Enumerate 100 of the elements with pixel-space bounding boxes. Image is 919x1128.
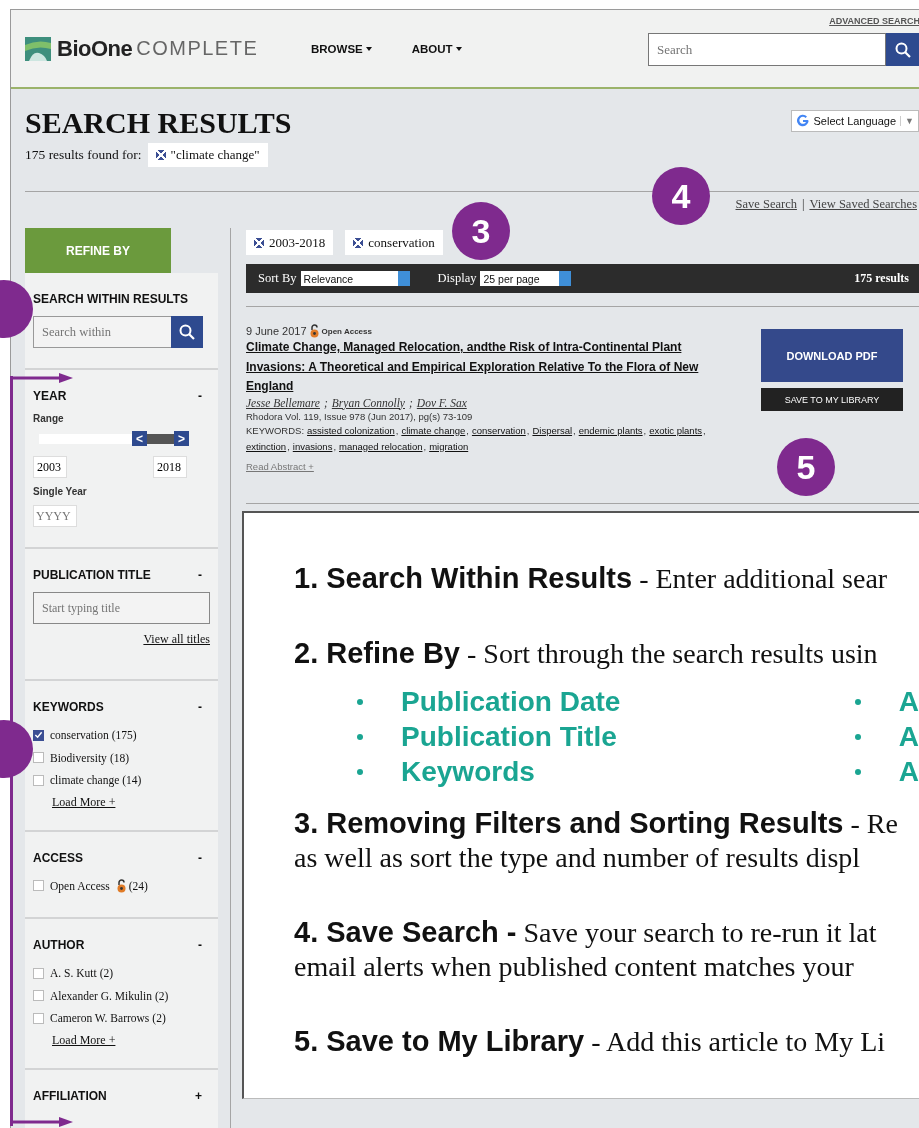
- results-count: 175 results: [854, 271, 909, 286]
- save-search-link[interactable]: Save Search: [735, 197, 797, 212]
- option-count: (2): [152, 1012, 166, 1025]
- display-select[interactable]: 25 per page: [480, 271, 572, 286]
- keyword-separator: ,: [526, 424, 530, 436]
- advanced-search-link[interactable]: ADVANCED SEARCH: [648, 16, 919, 26]
- option-count: (2): [99, 967, 114, 980]
- search-button[interactable]: [171, 316, 203, 348]
- checkbox[interactable]: [33, 774, 44, 786]
- filter-chip[interactable]: 2003-2018: [246, 230, 334, 255]
- caret-icon: [365, 46, 372, 51]
- search-within-field[interactable]: Search within: [33, 316, 171, 348]
- help-paragraph: 3. Removing Filters and Sorting Results - Re as well as sort the type and number of results displ: [294, 806, 899, 875]
- arrow-icon: [11, 373, 73, 383]
- collapse-toggle[interactable]: -: [198, 700, 210, 714]
- keyword-link[interactable]: conservation: [471, 424, 526, 436]
- keyword-separator: ,: [333, 440, 337, 452]
- caret-icon: [455, 46, 462, 51]
- section-title: AFFILIATION: [33, 1088, 107, 1103]
- checkbox[interactable]: [33, 967, 44, 979]
- bullet-item: A: [898, 685, 919, 718]
- leaf-logo-icon: [25, 36, 51, 61]
- remove-icon: [155, 150, 166, 160]
- option-count: (2): [154, 989, 169, 1002]
- help-paragraph: 4. Save Search - Save your search to re-run it lat email alerts when published content matches your: [294, 915, 878, 984]
- option-count: (14): [122, 774, 142, 787]
- g-logo-icon: [795, 114, 810, 128]
- year-from-field[interactable]: 2003: [33, 456, 67, 478]
- keyword-link[interactable]: invasions: [292, 440, 333, 452]
- year-to-field[interactable]: 2018: [153, 456, 187, 478]
- keywords-label: KEYWORDS:: [246, 424, 305, 436]
- keyword-link[interactable]: exotic plants: [649, 424, 703, 436]
- bullet-item: A: [898, 755, 919, 788]
- collapse-toggle[interactable]: -: [198, 850, 210, 865]
- query-chip[interactable]: "climate change": [147, 143, 268, 167]
- arrow-icon: [11, 1117, 73, 1127]
- collapse-toggle[interactable]: -: [198, 389, 210, 403]
- checkbox[interactable]: [33, 880, 44, 892]
- slider-handle[interactable]: >: [174, 431, 189, 446]
- keyword-link[interactable]: endemic plants: [578, 424, 643, 436]
- article-title-link[interactable]: Climate Change, Managed Relocation, andthe Risk of Intra-Continental Plant Invasions: A Theoretical and Empirical Exploration Relative To the Flora of New England: [246, 338, 726, 397]
- filter-option[interactable]: climate change: [50, 774, 120, 787]
- access-label: Open Access: [321, 326, 372, 336]
- slider-handle[interactable]: <: [132, 431, 147, 446]
- keyword-link[interactable]: Dispersal: [532, 424, 573, 436]
- filter-option[interactable]: Open Access: [50, 879, 110, 892]
- filter-option[interactable]: Cameron W. Barrows: [50, 1012, 150, 1025]
- collapse-toggle[interactable]: -: [198, 568, 210, 582]
- keyword-separator: ,: [643, 424, 647, 436]
- checkbox[interactable]: [33, 752, 44, 764]
- filter-option[interactable]: Alexander G. Mikulin: [50, 989, 152, 1002]
- author-link[interactable]: Dov F. Sax: [416, 396, 467, 409]
- save-to-library-button[interactable]: SAVE TO MY LIBRARY: [761, 388, 903, 411]
- single-year-label: Single Year: [33, 486, 88, 497]
- nav-menu[interactable]: BROWSE: [311, 42, 372, 55]
- search-button[interactable]: [886, 33, 919, 66]
- year-range-slider[interactable]: < >: [39, 431, 189, 446]
- collapse-toggle[interactable]: -: [198, 938, 210, 952]
- keyword-link[interactable]: assisted colonization: [307, 424, 395, 436]
- single-year-field[interactable]: YYYY: [33, 505, 77, 527]
- search-field[interactable]: Search: [648, 33, 886, 66]
- collapse-toggle[interactable]: +: [195, 1088, 210, 1103]
- checkbox[interactable]: [33, 729, 44, 741]
- source-citation: Rhodora Vol. 119, Issue 978 (Jun 2017), pg(s) 73-109: [246, 410, 474, 422]
- bullet-icon: [357, 768, 363, 775]
- checkbox[interactable]: [33, 990, 44, 1002]
- filter-option[interactable]: Biodiversity: [50, 751, 107, 764]
- keyword-link[interactable]: extinction: [246, 440, 287, 452]
- keyword-link[interactable]: migration: [429, 440, 469, 452]
- download-pdf-button[interactable]: DOWNLOAD PDF: [761, 329, 903, 382]
- publication-date: 9 June 2017: [246, 325, 307, 337]
- keyword-separator: ,: [287, 440, 290, 452]
- brand-name: BioOne: [57, 35, 133, 62]
- bullet-item: Publication Date: [401, 685, 621, 718]
- bullet-icon: [357, 698, 363, 705]
- keyword-separator: ,: [423, 440, 427, 452]
- load-more-link[interactable]: Load More +: [52, 1032, 116, 1048]
- author-link[interactable]: Bryan Connolly: [331, 396, 405, 409]
- section-title: KEYWORDS: [33, 700, 104, 714]
- keyword-link[interactable]: managed relocation: [339, 440, 423, 452]
- filter-chip[interactable]: conservation: [345, 230, 443, 255]
- read-abstract-link[interactable]: Read Abstract +: [246, 460, 314, 472]
- view-all-titles-link[interactable]: View all titles: [143, 632, 210, 646]
- option-count: (175): [111, 729, 137, 742]
- bullet-item: A: [898, 720, 919, 753]
- filter-option[interactable]: A. S. Kutt: [50, 967, 97, 980]
- view-saved-searches-link[interactable]: View Saved Searches: [809, 197, 917, 212]
- nav-menu[interactable]: ABOUT: [411, 42, 462, 55]
- load-more-link[interactable]: Load More +: [52, 794, 116, 810]
- author-link[interactable]: Jesse Bellemare: [246, 396, 320, 409]
- section-title: YEAR: [33, 389, 67, 403]
- sort-select[interactable]: Relevance: [300, 271, 410, 286]
- language-select[interactable]: Select Language ▼: [790, 110, 919, 132]
- page-title: SEARCH RESULTS: [25, 106, 292, 140]
- keyword-link[interactable]: climate change: [401, 424, 466, 436]
- checkbox[interactable]: [33, 1012, 44, 1024]
- filter-option[interactable]: conservation: [50, 729, 109, 742]
- search-icon: [895, 41, 911, 58]
- publication-title-field[interactable]: Start typing title: [33, 592, 210, 624]
- search-icon: [179, 324, 195, 340]
